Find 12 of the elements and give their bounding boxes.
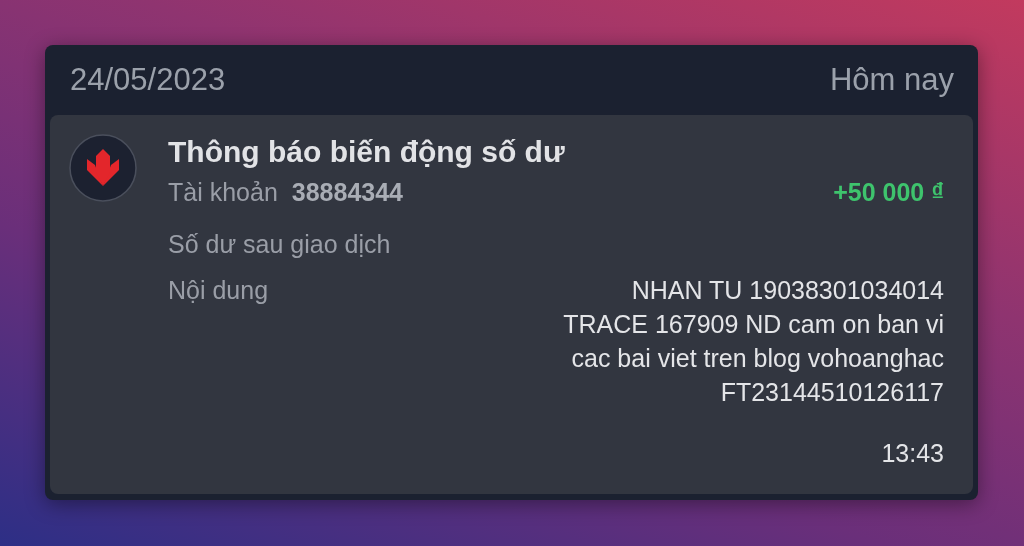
account-label: Tài khoản xyxy=(168,178,278,206)
time-text: 13:43 xyxy=(881,438,944,469)
account-number: 38884344 xyxy=(291,178,404,206)
content-text: NHAN TU 19038301034014 TRACE 167909 ND cam on ban vi cac bai viet tren blog vohoanghac FT23144510126117 xyxy=(563,275,944,408)
lotus-logo-icon xyxy=(69,134,137,202)
day-text: Hôm nay xyxy=(829,62,954,98)
content-label: Nội dung xyxy=(168,275,269,306)
amount-text: +50 000 ₫ xyxy=(833,177,944,208)
date-text: 24/05/2023 xyxy=(70,62,226,98)
notification-card[interactable]: Thông báo biến động số dư Tài khoản 38884344 +50 000 ₫ Số dư sau giao dịch Nội dung NHAN TU 19038301034014 TRACE 167909 ND cam on ban vi cac bai viet tren blog vohoanghac FT23144510126117 13:43 xyxy=(50,115,973,494)
notification-title: Thông báo biến động số dư xyxy=(168,134,566,170)
balance-label: Số dư sau giao dịch xyxy=(168,229,391,260)
